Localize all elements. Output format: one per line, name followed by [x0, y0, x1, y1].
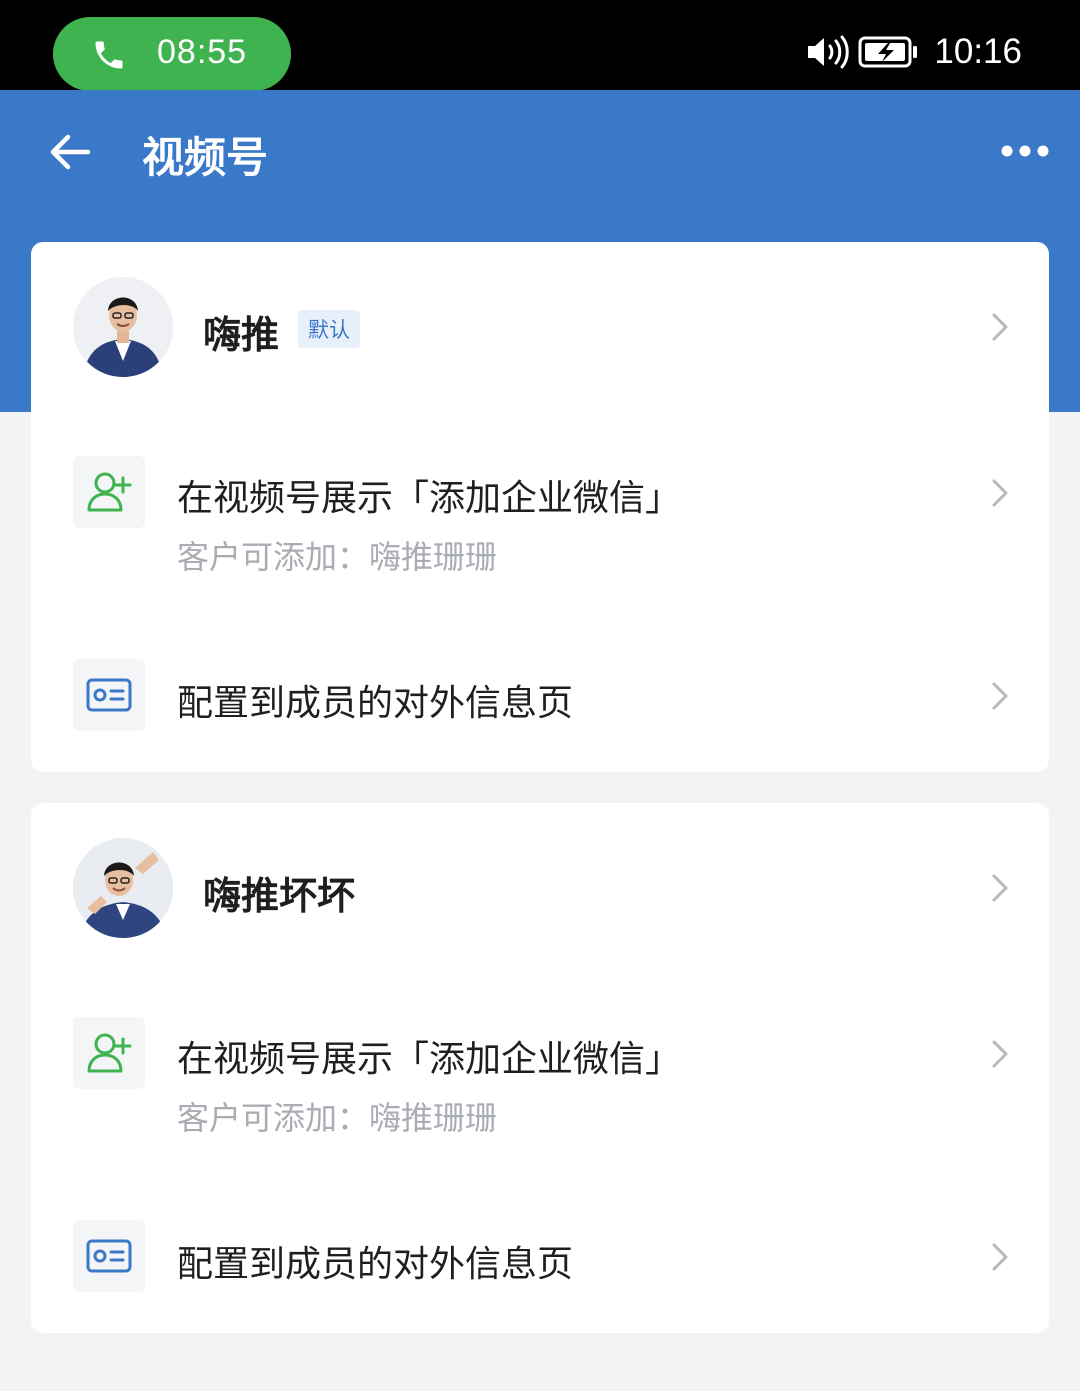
external-profile-title: 配置到成员的对外信息页	[177, 1244, 574, 1285]
add-contact-title: 在视频号展示「添加企业微信」	[177, 478, 682, 519]
account-name: 嗨推坏坏	[203, 874, 356, 918]
more-dots-icon[interactable]	[1000, 140, 1050, 162]
external-profile-row[interactable]: 配置到成员的对外信息页	[31, 622, 1049, 772]
chevron-right-icon	[992, 313, 1008, 341]
ongoing-call-pill[interactable]: 08:55	[53, 17, 291, 91]
chevron-right-icon	[992, 682, 1008, 710]
chevron-right-icon	[992, 874, 1008, 902]
id-card-icon	[86, 1239, 132, 1273]
external-profile-row[interactable]: 配置到成员的对外信息页	[31, 1183, 1049, 1333]
default-badge: 默认	[298, 310, 360, 348]
system-clock: 10:16	[934, 32, 1022, 71]
page-title: 视频号	[142, 133, 269, 182]
account-row[interactable]: 嗨推 默认	[31, 242, 1049, 412]
add-user-icon	[87, 472, 132, 512]
account-row[interactable]: 嗨推坏坏	[31, 803, 1049, 973]
battery-charging-icon	[858, 36, 918, 68]
chevron-right-icon	[992, 1040, 1008, 1068]
id-card-icon	[86, 678, 132, 712]
add-contact-subtitle: 客户可添加：嗨推珊珊	[177, 1099, 498, 1137]
arrow-left-icon[interactable]	[46, 128, 94, 176]
add-user-icon-box	[73, 456, 145, 528]
chevron-right-icon	[992, 479, 1008, 507]
status-bar: 08:55 10:16	[0, 0, 1080, 91]
chevron-right-icon	[992, 1243, 1008, 1271]
account-name: 嗨推	[203, 313, 280, 357]
add-contact-subtitle: 客户可添加：嗨推珊珊	[177, 538, 498, 576]
id-card-icon-box	[73, 659, 145, 731]
add-contact-row[interactable]: 在视频号展示「添加企业微信」 客户可添加：嗨推珊珊	[31, 973, 1049, 1163]
volume-icon	[808, 35, 850, 69]
external-profile-title: 配置到成员的对外信息页	[177, 683, 574, 724]
id-card-icon-box	[73, 1220, 145, 1292]
channel-account-card: 嗨推坏坏 在视频号展示「添加企业微信」 客户可添加：嗨推珊珊 配置到成员的对外信…	[31, 803, 1049, 1333]
avatar	[73, 277, 173, 377]
add-contact-row[interactable]: 在视频号展示「添加企业微信」 客户可添加：嗨推珊珊	[31, 412, 1049, 602]
phone-icon	[95, 41, 123, 69]
avatar	[73, 838, 173, 938]
channel-account-card: 嗨推 默认 在视频号展示「添加企业微信」 客户可添加：嗨推珊珊 配置到成员的对外…	[31, 242, 1049, 772]
add-contact-title: 在视频号展示「添加企业微信」	[177, 1039, 682, 1080]
add-user-icon	[87, 1033, 132, 1073]
add-user-icon-box	[73, 1017, 145, 1089]
system-status: 10:16	[806, 30, 1022, 74]
call-duration: 08:55	[157, 33, 248, 71]
